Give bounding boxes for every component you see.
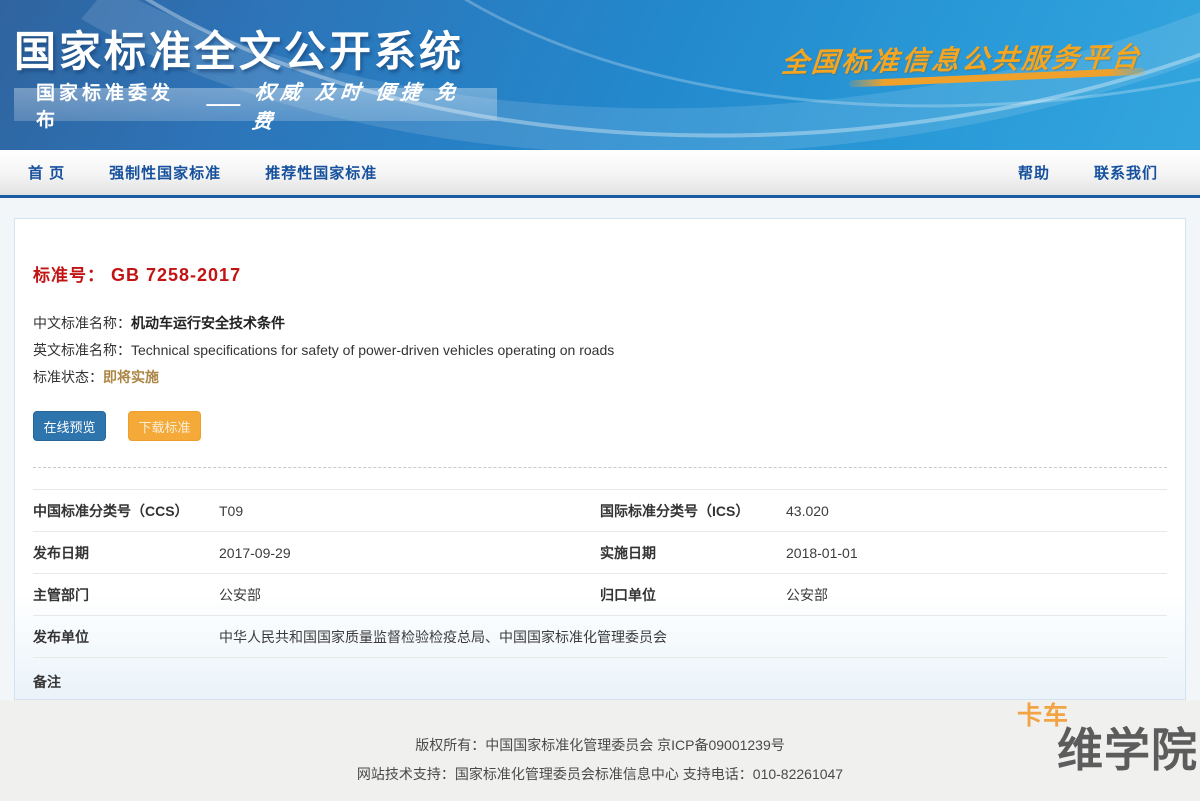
table-cell-issuing-unit: 发布单位 中华人民共和国国家质量监督检验检疫总局、中国国家标准化管理委员会 <box>33 627 1167 647</box>
standard-number-value: GB 7258-2017 <box>111 265 241 285</box>
dashed-divider <box>33 467 1167 468</box>
table-cell-centralized-unit: 归口单位 公安部 <box>600 585 1167 605</box>
nav-right-group: 帮助 联系我们 <box>1018 162 1172 183</box>
issuing-unit-label: 发布单位 <box>33 627 219 647</box>
implement-date-value: 2018-01-01 <box>786 545 858 561</box>
table-cell-ics: 国际标准分类号（ICS） 43.020 <box>600 501 1167 521</box>
tech-support-line: 网站技术支持：国家标准化管理委员会标准信息中心 支持电话：010-8226104… <box>0 760 1200 789</box>
tagline-dash: —— <box>206 94 238 115</box>
page: 国家标准全文公开系统 国家标准委发布 —— 权威 及时 便捷 免费 全国标准信息… <box>0 0 1200 801</box>
table-row: 中国标准分类号（CCS） T09 国际标准分类号（ICS） 43.020 <box>33 490 1167 532</box>
standard-number-label: 标准号： <box>33 266 105 285</box>
publish-date-label: 发布日期 <box>33 543 219 563</box>
action-buttons: 在线预览 下载标准 <box>33 411 1167 441</box>
status-line: 标准状态：即将实施 <box>33 364 1167 391</box>
nav-item-help[interactable]: 帮助 <box>1018 162 1050 183</box>
table-cell-publish-date: 发布日期 2017-09-29 <box>33 543 600 563</box>
table-cell-implement-date: 实施日期 2018-01-01 <box>600 543 1167 563</box>
table-row: 发布日期 2017-09-29 实施日期 2018-01-01 <box>33 532 1167 574</box>
competent-dept-label: 主管部门 <box>33 585 219 605</box>
ccs-label: 中国标准分类号（CCS） <box>33 501 219 521</box>
tagline-motto: 权威 及时 便捷 免费 <box>251 76 478 134</box>
detail-table: 中国标准分类号（CCS） T09 国际标准分类号（ICS） 43.020 发布日… <box>33 489 1167 714</box>
cn-name-line: 中文标准名称：机动车运行安全技术条件 <box>33 310 1167 337</box>
nav-item-recommended-standards[interactable]: 推荐性国家标准 <box>265 162 377 183</box>
cn-name-label: 中文标准名称： <box>33 315 131 331</box>
competent-dept-value: 公安部 <box>219 585 261 605</box>
nav-item-mandatory-standards[interactable]: 强制性国家标准 <box>109 162 221 183</box>
en-name-label: 英文标准名称： <box>33 342 131 358</box>
main-content: 标准号： GB 7258-2017 中文标准名称：机动车运行安全技术条件 英文标准… <box>0 198 1200 700</box>
ics-label: 国际标准分类号（ICS） <box>600 501 786 521</box>
en-name-line: 英文标准名称：Technical specifications for safe… <box>33 337 1167 364</box>
main-navigation: 首 页 强制性国家标准 推荐性国家标准 帮助 联系我们 <box>0 150 1200 198</box>
status-badge: 即将实施 <box>103 369 159 385</box>
remarks-label: 备注 <box>33 672 219 692</box>
site-footer: 版权所有：中国国家标准化管理委员会 京ICP备09001239号 网站技术支持：… <box>0 700 1200 801</box>
online-preview-button[interactable]: 在线预览 <box>33 411 106 441</box>
site-title: 国家标准全文公开系统 <box>14 18 464 79</box>
site-header: 国家标准全文公开系统 国家标准委发布 —— 权威 及时 便捷 免费 全国标准信息… <box>0 0 1200 150</box>
en-name-value: Technical specifications for safety of p… <box>131 342 614 358</box>
table-row: 发布单位 中华人民共和国国家质量监督检验检疫总局、中国国家标准化管理委员会 <box>33 616 1167 658</box>
publish-date-value: 2017-09-29 <box>219 545 291 561</box>
table-cell-ccs: 中国标准分类号（CCS） T09 <box>33 501 600 521</box>
standard-detail-card: 标准号： GB 7258-2017 中文标准名称：机动车运行安全技术条件 英文标准… <box>14 218 1186 700</box>
table-row: 主管部门 公安部 归口单位 公安部 <box>33 574 1167 616</box>
table-cell-competent-dept: 主管部门 公安部 <box>33 585 600 605</box>
centralized-unit-value: 公安部 <box>786 585 828 605</box>
issuing-unit-value: 中华人民共和国国家质量监督检验检疫总局、中国国家标准化管理委员会 <box>219 627 667 647</box>
status-label: 标准状态： <box>33 369 103 385</box>
ics-value: 43.020 <box>786 503 829 519</box>
download-standard-button[interactable]: 下载标准 <box>128 411 201 441</box>
nav-item-home[interactable]: 首 页 <box>28 162 65 183</box>
header-tagline-band: 国家标准委发布 —— 权威 及时 便捷 免费 <box>14 88 497 121</box>
ccs-value: T09 <box>219 503 243 519</box>
copyright-line: 版权所有：中国国家标准化管理委员会 京ICP备09001239号 <box>0 731 1200 760</box>
table-cell-remarks: 备注 <box>33 672 1167 692</box>
implement-date-label: 实施日期 <box>600 543 786 563</box>
tagline-publisher: 国家标准委发布 <box>36 78 190 132</box>
nav-item-contact[interactable]: 联系我们 <box>1094 162 1158 183</box>
nav-left-group: 首 页 强制性国家标准 推荐性国家标准 <box>28 162 377 183</box>
standard-number-line: 标准号： GB 7258-2017 <box>33 261 1167 286</box>
cn-name-value: 机动车运行安全技术条件 <box>131 315 285 331</box>
standard-meta: 中文标准名称：机动车运行安全技术条件 英文标准名称：Technical spec… <box>33 310 1167 391</box>
table-row: 备注 <box>33 658 1167 714</box>
centralized-unit-label: 归口单位 <box>600 585 786 605</box>
